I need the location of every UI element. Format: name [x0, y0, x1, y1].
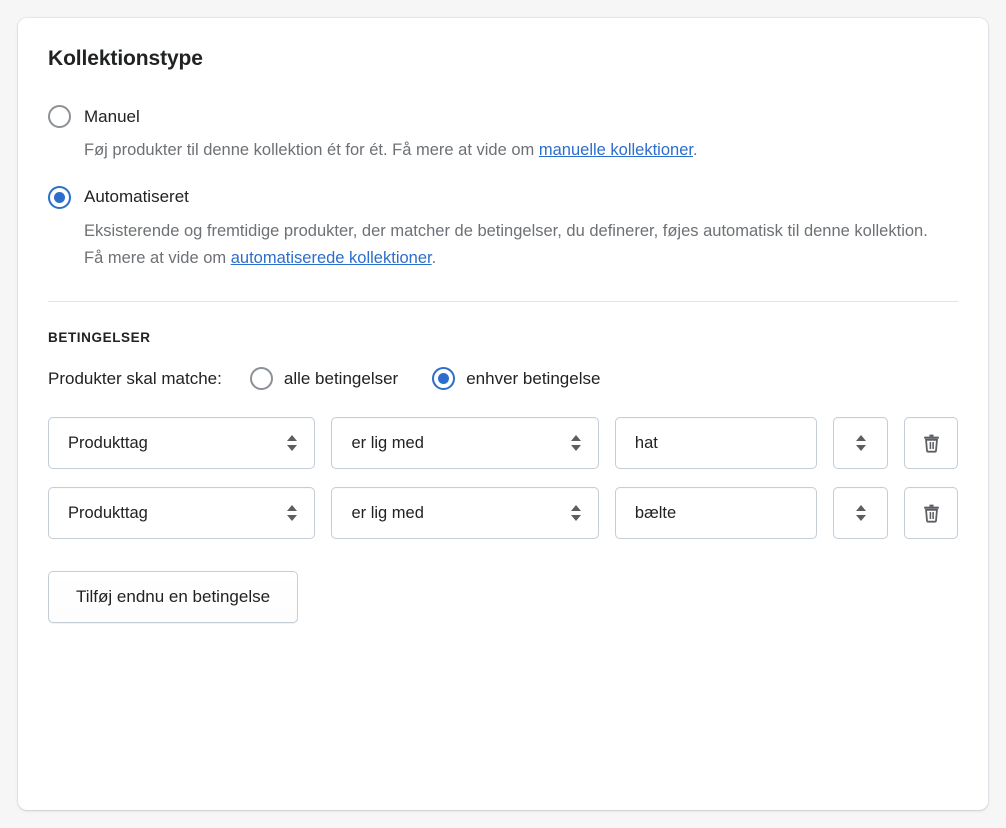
condition-row: Produkttag er lig med hat: [48, 417, 958, 470]
radio-automatiseret-label: Automatiseret: [84, 187, 189, 207]
collection-type-option-automatiseret[interactable]: Automatiseret Eksisterende og fremtidige…: [48, 185, 958, 271]
match-option-all[interactable]: alle betingelser: [249, 367, 399, 391]
condition-value-text: hat: [634, 433, 658, 452]
radio-row-automatiseret[interactable]: Automatiseret: [48, 185, 958, 209]
collection-type-automatiseret-description: Eksisterende og fremtidige produkter, de…: [84, 218, 944, 271]
match-mode-label: Produkter skal matche:: [48, 368, 222, 388]
chevron-updown-icon: [287, 435, 298, 452]
chevron-up-icon: [855, 435, 866, 442]
condition-value-input[interactable]: hat: [614, 417, 817, 470]
collection-type-manuel-description: Føj produkter til denne kollektion ét fo…: [84, 137, 944, 164]
radio-any-condition-icon[interactable]: [432, 367, 456, 391]
conditions-section: BETINGELSER Produkter skal matche: alle …: [18, 302, 988, 624]
radio-row-manuel[interactable]: Manuel: [48, 105, 958, 129]
chevron-updown-icon: [570, 505, 581, 522]
condition-stepper-button[interactable]: [832, 417, 889, 470]
trash-icon: [923, 434, 939, 453]
match-option-any[interactable]: enhver betingelse: [432, 367, 601, 391]
chevron-updown-icon: [287, 505, 298, 522]
collection-type-option-manuel[interactable]: Manuel Føj produkter til denne kollektio…: [48, 105, 958, 164]
page-title: Kollektionstype: [48, 47, 203, 70]
condition-row: Produkttag er lig med bælte: [48, 487, 958, 540]
radio-automatiseret-icon[interactable]: [48, 185, 71, 209]
radio-all-conditions-icon[interactable]: [249, 367, 273, 391]
radio-manuel-label: Manuel: [84, 106, 140, 126]
chevron-up-icon: [287, 435, 298, 442]
chevron-up-icon: [570, 435, 581, 442]
chevron-down-icon: [570, 445, 581, 452]
chevron-down-icon: [855, 445, 866, 452]
radio-any-condition-label: enhver betingelse: [466, 368, 601, 388]
add-condition-button[interactable]: Tilføj endnu en betingelse: [48, 571, 299, 624]
condition-delete-button[interactable]: [904, 487, 958, 540]
manuelle-kollektioner-link[interactable]: manuelle kollektioner: [539, 141, 693, 159]
trash-icon: [923, 504, 939, 523]
condition-operator-select[interactable]: er lig med: [331, 487, 599, 540]
condition-subject-select[interactable]: Produkttag: [48, 417, 316, 470]
chevron-down-icon: [287, 515, 298, 522]
condition-subject-value: Produkttag: [68, 503, 148, 522]
automatiseret-description-text-before: Eksisterende og fremtidige produkter, de…: [84, 221, 928, 267]
condition-subject-value: Produkttag: [68, 433, 148, 452]
radio-all-conditions-label: alle betingelser: [283, 368, 399, 388]
chevron-up-icon: [570, 505, 581, 512]
condition-operator-value: er lig med: [351, 503, 424, 522]
chevron-down-icon: [287, 445, 298, 452]
condition-operator-value: er lig med: [351, 433, 424, 452]
condition-value-input[interactable]: bælte: [614, 487, 817, 540]
manuel-description-text-before: Føj produkter til denne kollektion ét fo…: [84, 141, 539, 160]
chevron-down-icon: [570, 515, 581, 522]
radio-manuel-icon[interactable]: [48, 105, 71, 129]
chevron-down-icon: [855, 515, 866, 522]
automatiseret-description-text-after: .: [431, 248, 437, 267]
condition-value-text: bælte: [634, 503, 677, 522]
chevron-up-icon: [855, 505, 866, 512]
match-mode-row: Produkter skal matche: alle betingelser …: [48, 367, 958, 391]
chevron-up-icon: [287, 505, 298, 512]
condition-subject-select[interactable]: Produkttag: [48, 487, 316, 540]
condition-delete-button[interactable]: [904, 417, 958, 470]
condition-operator-select[interactable]: er lig med: [331, 417, 599, 470]
condition-stepper-button[interactable]: [832, 487, 889, 540]
chevron-updown-icon: [855, 505, 866, 522]
chevron-updown-icon: [570, 435, 581, 452]
automatiserede-kollektioner-link[interactable]: automatiserede kollektioner: [231, 249, 432, 267]
chevron-updown-icon: [855, 435, 866, 452]
collection-type-card: Kollektionstype Manuel Føj produkter til…: [18, 18, 988, 810]
manuel-description-text-after: .: [692, 141, 698, 160]
conditions-heading: BETINGELSER: [48, 330, 151, 346]
collection-type-section: Kollektionstype Manuel Føj produkter til…: [18, 18, 988, 303]
